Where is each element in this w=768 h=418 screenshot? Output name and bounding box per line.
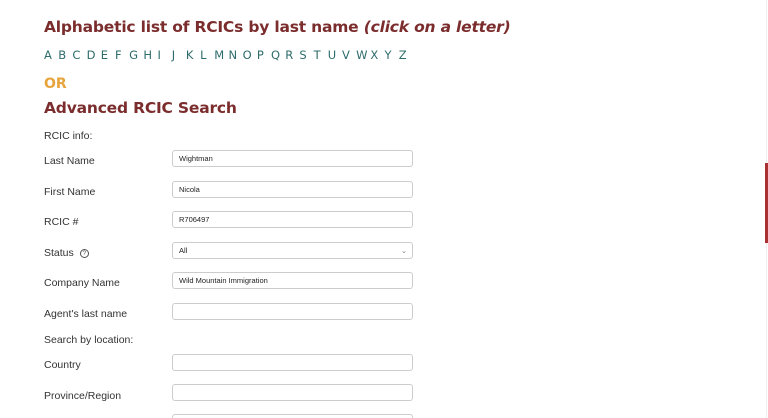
- letter-link-w[interactable]: W: [356, 48, 370, 62]
- letter-link-v[interactable]: V: [342, 48, 356, 62]
- alphabetic-list-title: Alphabetic list of RCICs by last name: [44, 18, 359, 36]
- letter-link-g[interactable]: G: [129, 48, 143, 62]
- agent-last-name-input[interactable]: [172, 303, 413, 320]
- letter-link-c[interactable]: C: [72, 48, 86, 62]
- letter-link-o[interactable]: O: [243, 48, 257, 62]
- advanced-search-heading: Advanced RCIC Search: [44, 99, 237, 117]
- first-name-label: First Name: [44, 186, 96, 198]
- chevron-down-icon: ⌄: [401, 248, 407, 255]
- letter-link-p[interactable]: P: [257, 48, 271, 62]
- letter-link-b[interactable]: B: [58, 48, 72, 62]
- page: Alphabetic list of RCICs by last name (c…: [0, 0, 768, 418]
- letter-link-j[interactable]: J: [172, 48, 186, 62]
- or-label: OR: [44, 76, 67, 92]
- letter-link-m[interactable]: M: [214, 48, 228, 62]
- letter-link-r[interactable]: R: [285, 48, 299, 62]
- letter-link-f[interactable]: F: [115, 48, 129, 62]
- letter-link-n[interactable]: N: [228, 48, 242, 62]
- first-name-input[interactable]: Nicola: [172, 181, 413, 198]
- agent-last-name-label: Agent's last name: [44, 308, 128, 320]
- letter-link-z[interactable]: Z: [399, 48, 413, 62]
- company-name-label: Company Name: [44, 277, 120, 289]
- letter-link-u[interactable]: U: [328, 48, 342, 62]
- letter-link-h[interactable]: H: [143, 48, 157, 62]
- letter-link-l[interactable]: L: [200, 48, 214, 62]
- question-circle-icon[interactable]: ?: [79, 248, 89, 258]
- last-name-input[interactable]: Wightman: [172, 150, 413, 167]
- alphabet-letter-list: ABCDEFGHIJKLMNOPQRSTUVWXYZ: [44, 48, 413, 62]
- letter-link-y[interactable]: Y: [385, 48, 399, 62]
- letter-link-t[interactable]: T: [314, 48, 328, 62]
- letter-link-a[interactable]: A: [44, 48, 58, 62]
- letter-link-i[interactable]: I: [158, 48, 172, 62]
- province-region-input[interactable]: [172, 384, 413, 401]
- letter-link-k[interactable]: K: [186, 48, 200, 62]
- province-region-label: Province/Region: [44, 390, 122, 402]
- rcic-number-input[interactable]: R706497: [172, 211, 413, 228]
- letter-link-q[interactable]: Q: [271, 48, 285, 62]
- country-label: Country: [44, 359, 81, 371]
- letter-link-s[interactable]: S: [299, 48, 313, 62]
- status-label: Status ?: [44, 247, 89, 259]
- letter-link-x[interactable]: X: [370, 48, 384, 62]
- search-by-location-label: Search by location:: [44, 334, 134, 346]
- rcic-number-label: RCIC #: [44, 216, 79, 228]
- alphabetic-list-heading: Alphabetic list of RCICs by last name (c…: [44, 18, 511, 36]
- country-input[interactable]: [172, 354, 413, 371]
- letter-link-d[interactable]: D: [87, 48, 101, 62]
- last-name-label: Last Name: [44, 155, 95, 167]
- letter-link-e[interactable]: E: [101, 48, 115, 62]
- company-name-input[interactable]: Wild Mountain Immigration: [172, 272, 413, 289]
- status-select[interactable]: All ⌄: [172, 242, 413, 259]
- alphabetic-list-hint: (click on a letter): [363, 18, 511, 36]
- next-field-input[interactable]: [172, 414, 413, 418]
- rcic-info-label: RCIC info:: [44, 130, 93, 142]
